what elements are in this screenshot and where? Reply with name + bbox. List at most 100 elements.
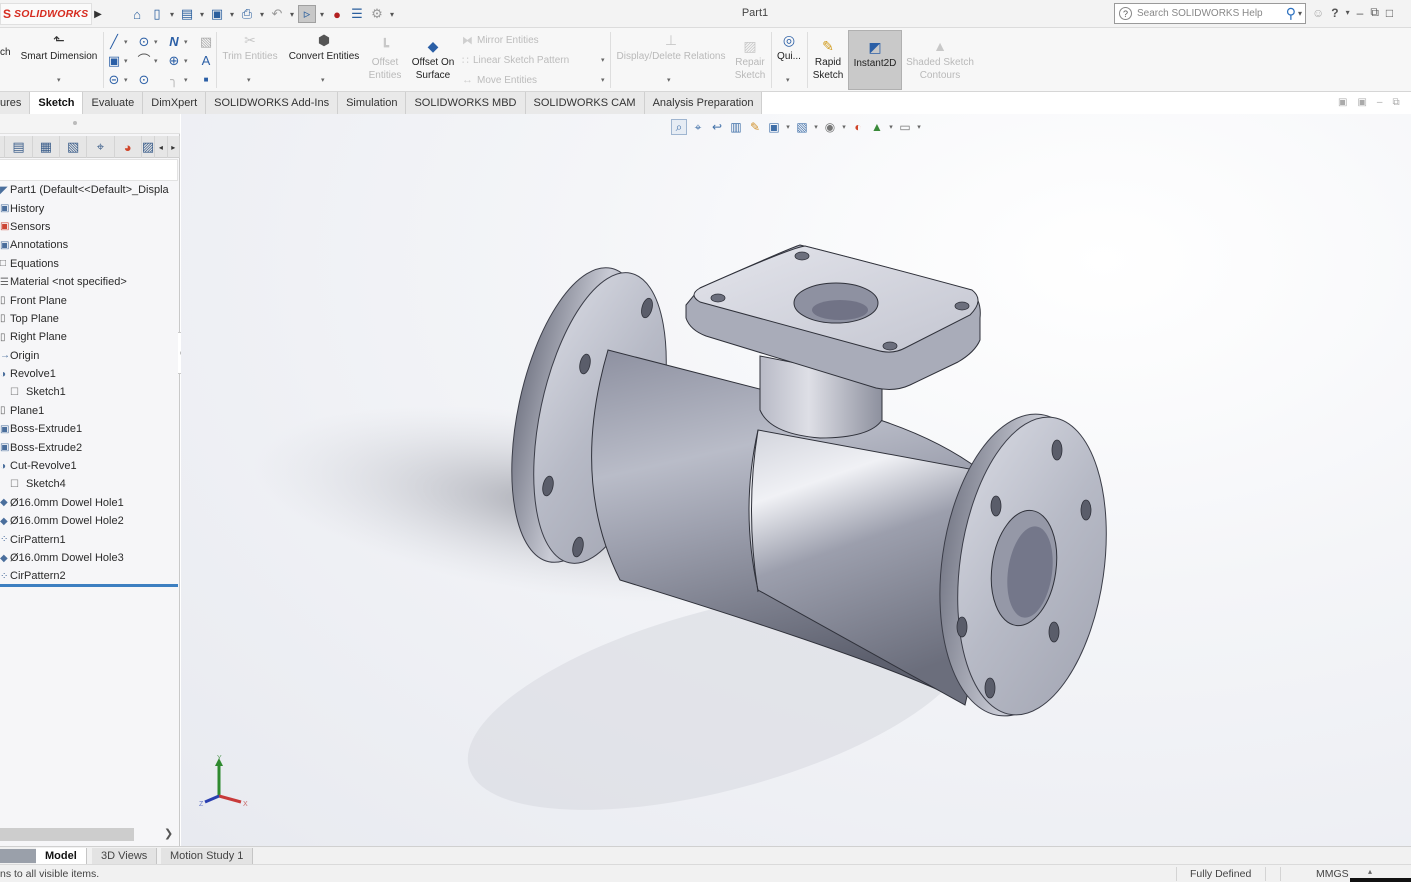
- hide-show-items-dropdown-icon[interactable]: ▾: [841, 123, 847, 131]
- trim-entities-button[interactable]: ✂ Trim Entities: [218, 32, 282, 63]
- tree-item-sketch1[interactable]: ☐ Sketch1: [0, 383, 180, 401]
- tree-item-cut-revolve1[interactable]: ◑ Cut-Revolve1: [0, 457, 180, 475]
- tree-item-cirpattern2[interactable]: ⁘ CirPattern2: [0, 567, 180, 585]
- tree-item-annotations[interactable]: ▣ Annotations: [0, 236, 180, 254]
- open-folder-dropdown-icon[interactable]: ▾: [198, 10, 206, 19]
- display-style-dropdown-icon[interactable]: ▾: [813, 123, 819, 131]
- tabs-scroll-right-icon[interactable]: ▸: [168, 136, 180, 158]
- view-orientation-dropdown-icon[interactable]: ▾: [785, 123, 791, 131]
- tree-item-cirpattern1[interactable]: ⁘ CirPattern1: [0, 530, 180, 548]
- display-style-icon[interactable]: ▧: [794, 119, 810, 135]
- panel-splitter[interactable]: [0, 114, 180, 134]
- graphics-area[interactable]: ⌕ ⌖ ↩ ▥ ✎ ▣ ▾ ▧ ▾ ◉ ▾ ◐ ▲ ▾ ▭ ▾ Y X Z: [181, 114, 1411, 846]
- tab-solidworks-add-ins[interactable]: SOLIDWORKS Add-Ins: [206, 92, 339, 114]
- select-cursor-dropdown-icon[interactable]: ▾: [318, 10, 326, 19]
- shaded-sketch-contours-button[interactable]: ▲ Shaded Sketch Contours: [904, 38, 976, 82]
- restore-button[interactable]: ⧉: [1370, 5, 1379, 20]
- relations-dropdown-icon[interactable]: ▾: [667, 76, 671, 84]
- rectangle-icon[interactable]: ▣: [106, 53, 122, 69]
- ellipse-icon[interactable]: ⊕: [166, 53, 182, 69]
- help-button[interactable]: ?: [1331, 6, 1338, 20]
- undo-icon[interactable]: ↶: [268, 5, 286, 23]
- select-cursor-icon[interactable]: ▹: [298, 5, 316, 23]
- tab-motion-study[interactable]: Motion Study 1: [161, 848, 254, 864]
- apply-scene-dropdown-icon[interactable]: ▾: [888, 123, 894, 131]
- print-dropdown-icon[interactable]: ▾: [258, 10, 266, 19]
- feature-tree-filter[interactable]: [0, 159, 178, 181]
- save-dropdown-icon[interactable]: ▾: [228, 10, 236, 19]
- help-dropdown-icon[interactable]: ▾: [1346, 8, 1350, 17]
- tree-item-16-0mm-dowel-hole1[interactable]: ◆ Ø16.0mm Dowel Hole1: [0, 494, 180, 512]
- tab-simulation[interactable]: Simulation: [338, 92, 407, 114]
- repair-sketch-button[interactable]: ▨ Repair Sketch: [732, 38, 768, 82]
- viewport-restore-icon[interactable]: ⧉: [1392, 97, 1399, 108]
- tabs-scroll-left-icon[interactable]: ◂: [155, 136, 168, 158]
- tab-sketch[interactable]: Sketch: [30, 92, 84, 114]
- cam-tab-icon[interactable]: ▨: [142, 136, 156, 158]
- arc-dropdown-icon[interactable]: ▾: [154, 57, 158, 65]
- trim-dropdown-icon[interactable]: ▾: [247, 76, 251, 84]
- arc-icon[interactable]: ⌒: [136, 53, 152, 69]
- text-icon[interactable]: A: [198, 53, 214, 69]
- tab-solidworks-mbd[interactable]: SOLIDWORKS MBD: [406, 92, 526, 114]
- spline-dropdown-icon[interactable]: ▾: [184, 38, 188, 46]
- search-dropdown-icon[interactable]: ▾: [1298, 9, 1302, 18]
- horizontal-scrollbar[interactable]: [0, 828, 134, 841]
- options-gear-dropdown-icon[interactable]: ▾: [388, 10, 396, 19]
- tree-item-front-plane[interactable]: ▯ Front Plane: [0, 291, 180, 309]
- feature-manager-tab-icon[interactable]: ▤: [5, 136, 33, 158]
- menu-expand-arrow-icon[interactable]: ▶: [92, 5, 104, 23]
- new-document-icon[interactable]: ▯: [148, 5, 166, 23]
- save-icon[interactable]: ▣: [208, 5, 226, 23]
- plane-sketch-icon[interactable]: ▧: [198, 34, 214, 50]
- view-orientation-icon[interactable]: ▣: [766, 119, 782, 135]
- tab-solidworks-cam[interactable]: SOLIDWORKS CAM: [525, 92, 645, 114]
- tree-item-boss-extrude2[interactable]: ▣ Boss-Extrude2: [0, 438, 180, 456]
- spline-icon[interactable]: N: [166, 34, 182, 50]
- convert-dropdown-icon[interactable]: ▾: [321, 76, 325, 84]
- solidworks-logo[interactable]: S SOLIDWORKS: [0, 3, 92, 25]
- tree-item-sketch4[interactable]: ☐ Sketch4: [0, 475, 180, 493]
- smart-dimension-dropdown-icon[interactable]: ▾: [57, 76, 61, 84]
- tree-item-material-not-specified[interactable]: ☰ Material <not specified>: [0, 273, 180, 291]
- slot-dropdown-icon[interactable]: ▾: [124, 76, 128, 84]
- point-icon[interactable]: ■: [198, 72, 214, 88]
- dimxpert-manager-tab-icon[interactable]: ⌖: [87, 136, 115, 158]
- display-delete-relations-button[interactable]: ⊥ Display/Delete Relations: [612, 32, 730, 63]
- circle-dropdown-icon[interactable]: ▾: [154, 38, 158, 46]
- tree-item-sensors[interactable]: ▣ Sensors: [0, 218, 180, 236]
- rollback-bar[interactable]: [0, 584, 178, 587]
- open-folder-icon[interactable]: ▤: [178, 5, 196, 23]
- edit-appearance-icon[interactable]: ◐: [850, 119, 866, 135]
- view-settings-icon[interactable]: ▭: [897, 119, 913, 135]
- rectangle-dropdown-icon[interactable]: ▾: [124, 57, 128, 65]
- sketch-button[interactable]: ch: [0, 46, 12, 59]
- previous-view-icon[interactable]: ↩: [709, 119, 725, 135]
- linear-sketch-pattern-button[interactable]: ∷ Linear Sketch Pattern: [462, 54, 569, 67]
- tree-item-16-0mm-dowel-hole3[interactable]: ◆ Ø16.0mm Dowel Hole3: [0, 549, 180, 567]
- dynamic-annotation-icon[interactable]: ✎: [747, 119, 763, 135]
- linear-pattern-dropdown-icon[interactable]: ▾: [601, 56, 605, 64]
- tab-evaluate[interactable]: Evaluate: [83, 92, 144, 114]
- apply-scene-icon[interactable]: ▲: [869, 119, 885, 135]
- offset-on-surface-button[interactable]: ◆ Offset On Surface: [406, 38, 460, 82]
- ellipse-dropdown-icon[interactable]: ▾: [184, 57, 188, 65]
- tree-item-part1-default-default-displa[interactable]: ◤ Part1 (Default<<Default>_Displa: [0, 181, 180, 199]
- fillet-dropdown-icon[interactable]: ▾: [184, 76, 188, 84]
- undo-dropdown-icon[interactable]: ▾: [288, 10, 296, 19]
- maximize-button[interactable]: □: [1386, 6, 1393, 20]
- fillet-icon[interactable]: ╮: [166, 72, 182, 88]
- home-icon[interactable]: ⌂: [128, 5, 146, 23]
- configuration-manager-tab-icon[interactable]: ▧: [60, 136, 88, 158]
- tab-model[interactable]: Model: [36, 848, 87, 864]
- rapid-sketch-button[interactable]: ✎ Rapid Sketch: [809, 38, 847, 82]
- quick-snaps-button[interactable]: ◎ Qui...: [773, 32, 805, 63]
- circle-icon[interactable]: ⊙: [136, 34, 152, 50]
- property-manager-tab-icon[interactable]: ▦: [33, 136, 60, 158]
- display-manager-tab-icon[interactable]: ◕: [115, 136, 142, 158]
- unit-system-dropdown-icon[interactable]: ▴: [1368, 867, 1372, 876]
- zoom-to-area-icon[interactable]: ⌖: [690, 119, 706, 135]
- search-input[interactable]: Search SOLIDWORKS Help: [1137, 8, 1286, 19]
- viewport-minimize-icon[interactable]: –: [1377, 97, 1383, 108]
- polygon-icon[interactable]: ⊙: [136, 72, 152, 88]
